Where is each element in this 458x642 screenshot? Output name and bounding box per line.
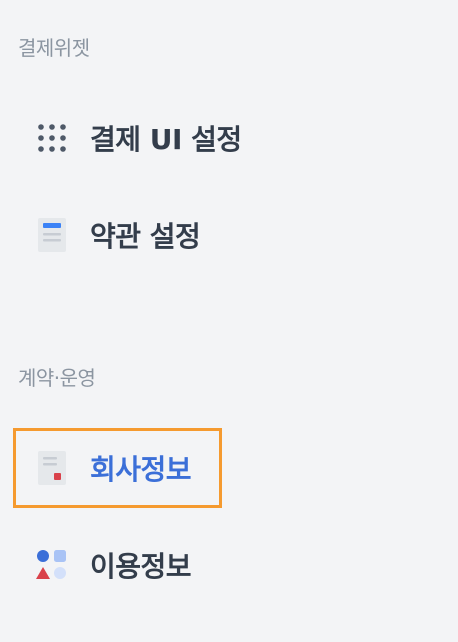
menu-item-terms-settings[interactable]: 약관 설정 bbox=[20, 197, 220, 273]
menu-item-payment-ui-settings[interactable]: 결제 UI 설정 bbox=[20, 100, 242, 176]
section-title-payment-widget: 결제위젯 bbox=[18, 36, 90, 60]
document-icon bbox=[36, 218, 68, 252]
menu-item-company-info[interactable]: 회사정보 bbox=[20, 430, 220, 506]
menu-item-label: 결제 UI 설정 bbox=[90, 123, 242, 156]
company-document-icon bbox=[36, 451, 68, 485]
menu-item-usage-info[interactable]: 이용정보 bbox=[20, 527, 220, 603]
shapes-icon bbox=[36, 549, 68, 581]
menu-item-label: 이용정보 bbox=[90, 550, 192, 583]
menu-item-label: 약관 설정 bbox=[90, 220, 201, 253]
menu-item-label: 회사정보 bbox=[90, 453, 192, 486]
grid-dots-icon bbox=[36, 122, 68, 154]
sidebar-nav: 결제위젯 결제 UI 설정 약관 설정 계약·운영 회사정보 이용정보 bbox=[0, 0, 458, 642]
section-title-contract-operation: 계약·운영 bbox=[18, 366, 96, 390]
